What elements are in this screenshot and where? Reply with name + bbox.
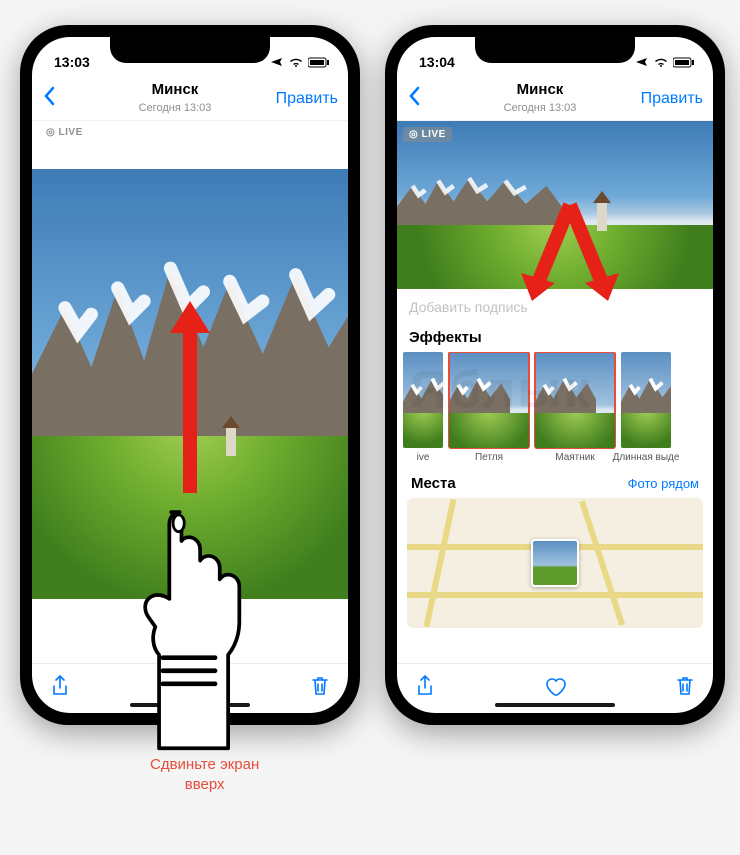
- trash-button[interactable]: [310, 675, 330, 703]
- places-section: Места Фото рядом: [407, 475, 703, 628]
- notch: [110, 37, 270, 63]
- map-photo-pin[interactable]: [531, 539, 579, 587]
- edit-button[interactable]: Править: [268, 90, 338, 108]
- instruction-line2: вверх: [185, 776, 225, 793]
- nav-bar: Минск Сегодня 13:03 Править: [397, 77, 713, 121]
- favorite-button[interactable]: [543, 675, 567, 703]
- notch: [475, 37, 635, 63]
- battery-icon: [308, 57, 330, 68]
- trash-button[interactable]: [675, 675, 695, 703]
- effect-label: ive: [417, 452, 430, 463]
- effect-label: Маятник: [555, 452, 594, 463]
- heart-icon: [543, 675, 567, 697]
- share-button[interactable]: [415, 674, 435, 704]
- places-nearby-link[interactable]: Фото рядом: [628, 476, 699, 491]
- status-time: 13:03: [54, 54, 90, 70]
- trash-icon: [675, 675, 695, 697]
- share-button[interactable]: [50, 674, 70, 704]
- nav-title: Минск Сегодня 13:03: [447, 81, 633, 116]
- nav-title-text: Минск: [82, 81, 268, 98]
- map-preview[interactable]: [407, 498, 703, 628]
- back-button[interactable]: [407, 86, 447, 112]
- back-button[interactable]: [42, 86, 82, 112]
- nav-bar: Минск Сегодня 13:03 Править: [32, 77, 348, 121]
- chevron-left-icon: [407, 86, 421, 106]
- effects-heading: Эффекты: [397, 325, 713, 352]
- trash-icon: [310, 675, 330, 697]
- nav-title-text: Минск: [447, 81, 633, 98]
- status-icons: [270, 56, 330, 68]
- live-badge: LIVE: [40, 125, 89, 140]
- home-indicator[interactable]: [495, 703, 615, 707]
- effect-long-exposure[interactable]: Длинная выде: [621, 352, 671, 463]
- diverging-arrows-icon: [505, 195, 635, 325]
- chevron-left-icon: [42, 86, 56, 106]
- nav-subtitle: Сегодня 13:03: [504, 102, 577, 114]
- church-graphic: [222, 426, 246, 470]
- airplane-icon: [635, 56, 649, 68]
- wifi-icon: [653, 57, 669, 68]
- effects-list[interactable]: ive Петля Маятник Длинная выде: [397, 352, 713, 463]
- share-icon: [50, 674, 70, 698]
- effect-live[interactable]: ive: [403, 352, 443, 463]
- nav-subtitle: Сегодня 13:03: [139, 102, 212, 114]
- screen-right: 13:04 Минск Сегодня 13:03 Править: [397, 37, 713, 713]
- edit-button[interactable]: Править: [633, 90, 703, 108]
- status-icons: [635, 56, 695, 68]
- effect-loop[interactable]: Петля: [449, 352, 529, 463]
- effect-label: Длинная выде: [613, 452, 680, 463]
- places-title: Места: [411, 475, 456, 492]
- pointing-hand-icon: [118, 490, 258, 760]
- phone-right: 13:04 Минск Сегодня 13:03 Править: [385, 25, 725, 725]
- swipe-up-arrow-icon: [165, 293, 215, 493]
- instruction-line1: Сдвиньте экран: [150, 756, 259, 773]
- effect-label: Петля: [475, 452, 503, 463]
- wifi-icon: [288, 57, 304, 68]
- live-badge: LIVE: [403, 127, 452, 142]
- nav-title: Минск Сегодня 13:03: [82, 81, 268, 116]
- effect-bounce[interactable]: Маятник: [535, 352, 615, 463]
- battery-icon: [673, 57, 695, 68]
- status-time: 13:04: [419, 54, 455, 70]
- airplane-icon: [270, 56, 284, 68]
- instruction-text: Сдвиньте экран вверх: [150, 755, 259, 794]
- share-icon: [415, 674, 435, 698]
